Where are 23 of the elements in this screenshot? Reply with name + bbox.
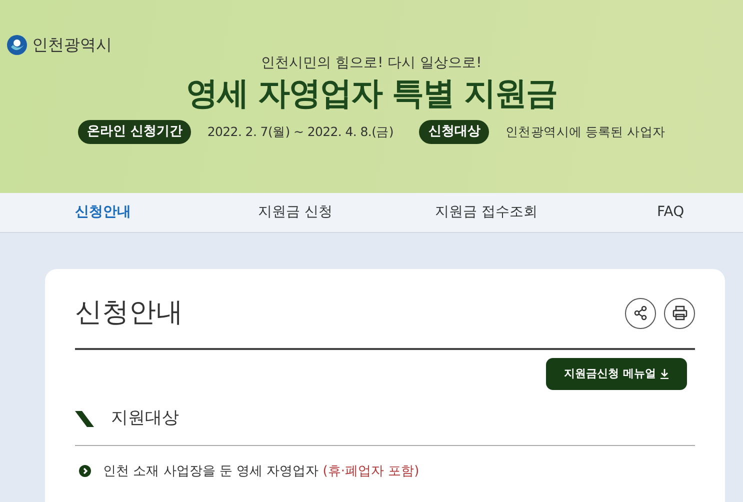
nav-tab[interactable]: 지원금 신청 bbox=[258, 202, 332, 223]
info-text: 2022. 2. 7(월) ~ 2022. 4. 8.(금) bbox=[207, 122, 394, 141]
logo-icon bbox=[6, 34, 28, 56]
banner-slogan: 인천시민의 힘으로! 다시 일상으로! bbox=[261, 54, 482, 73]
info-tag: 온라인 신청기간 bbox=[78, 120, 192, 144]
bullet-icon bbox=[79, 465, 91, 478]
printer-icon bbox=[672, 305, 688, 322]
page-title: 신청안내 bbox=[75, 296, 183, 330]
section-mark-icon bbox=[75, 410, 95, 427]
bullet-text: 인천 소재 사업장을 둔 영세 자영업자 (휴·폐업자 포함) bbox=[103, 462, 420, 480]
share-icon bbox=[632, 305, 648, 322]
share-button[interactable] bbox=[625, 298, 656, 329]
section-heading: 지원대상 bbox=[111, 407, 179, 430]
manual-download-button[interactable]: 지원금신청 메뉴얼 bbox=[546, 358, 687, 390]
nav-tab[interactable]: FAQ bbox=[657, 202, 684, 223]
info-tag: 신청대상 bbox=[419, 120, 490, 144]
info-text: 인천광역시에 등록된 사업자 bbox=[505, 122, 666, 141]
nav-tab[interactable]: 신청안내 bbox=[75, 202, 131, 223]
print-button[interactable] bbox=[664, 298, 695, 329]
logo-text: 인천광역시 bbox=[32, 34, 112, 56]
nav-tab[interactable]: 지원금 접수조회 bbox=[435, 202, 538, 223]
download-icon bbox=[660, 368, 669, 379]
banner-title: 영세 자영업자 특별 지원금 bbox=[184, 74, 558, 112]
